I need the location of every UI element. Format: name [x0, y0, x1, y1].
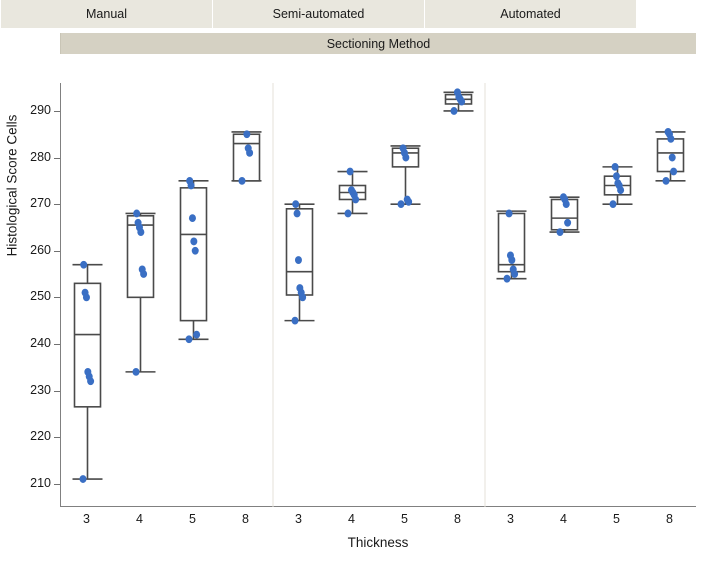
plot-area [60, 83, 696, 507]
group-label-band: Manual Semi-automated Automated [0, 0, 636, 28]
data-point [506, 251, 514, 260]
data-point [191, 246, 199, 255]
data-point [134, 218, 142, 227]
data-point [670, 167, 678, 176]
data-point [291, 316, 299, 325]
x-tick-label: 8 [666, 512, 673, 526]
y-tick-label: 210 [30, 475, 51, 490]
data-point [243, 130, 251, 139]
data-point [188, 214, 196, 223]
data-point [190, 237, 198, 246]
data-point [450, 107, 458, 115]
chart-root: Histological Score Cells vs. Sectioning … [0, 0, 717, 564]
boxplot-svg [72, 83, 686, 507]
y-tick-label: 230 [30, 382, 51, 397]
x-tick-label: 3 [507, 512, 514, 526]
data-point [185, 335, 193, 344]
data-point [403, 195, 411, 204]
data-point [662, 176, 670, 185]
box-iqr [73, 282, 102, 408]
data-point [79, 475, 87, 483]
data-point [244, 144, 252, 153]
data-point [347, 186, 355, 195]
x-tick-label: 8 [242, 512, 249, 526]
data-point [186, 176, 194, 185]
x-tick-label: 8 [454, 512, 461, 526]
data-point [80, 260, 88, 269]
data-point [81, 288, 89, 297]
data-point [614, 179, 622, 188]
data-point [505, 209, 513, 218]
box-iqr [179, 187, 208, 322]
data-point [509, 265, 517, 274]
data-point [609, 200, 617, 209]
data-point [399, 144, 407, 153]
data-point [133, 209, 141, 218]
data-point [559, 193, 567, 202]
y-tick-label: 220 [30, 429, 51, 444]
data-point [238, 176, 246, 185]
group-label-manual: Manual [0, 0, 212, 28]
data-point [138, 265, 146, 274]
x-axis-tick-labels: 3 4 5 8 3 4 5 8 3 4 5 8 [60, 512, 696, 532]
data-point [193, 330, 201, 339]
data-point [346, 167, 354, 176]
group-header-band: Sectioning Method [60, 33, 696, 54]
x-tick-label: 3 [295, 512, 302, 526]
group-label-semi-automated: Semi-automated [212, 0, 424, 28]
data-point [132, 367, 140, 376]
data-point [84, 367, 92, 376]
x-tick-label: 4 [560, 512, 567, 526]
data-point [664, 128, 672, 136]
data-point [556, 228, 564, 236]
data-point [294, 256, 302, 264]
data-point [296, 284, 304, 292]
x-tick-label: 5 [613, 512, 620, 526]
data-point [453, 88, 461, 97]
data-point [292, 200, 300, 209]
data-point [344, 209, 352, 218]
x-tick-label: 4 [136, 512, 143, 526]
box-iqr [232, 133, 261, 182]
data-point [397, 200, 405, 209]
data-point [612, 172, 620, 181]
x-tick-label: 3 [83, 512, 90, 526]
group-label-automated: Automated [424, 0, 636, 28]
y-axis-title: Histological Score Cells [4, 114, 20, 257]
data-point [293, 209, 301, 218]
data-point [564, 218, 572, 227]
box-iqr [285, 208, 314, 296]
x-tick-label: 5 [401, 512, 408, 526]
x-tick-label: 5 [189, 512, 196, 526]
x-axis-title: Thickness [347, 535, 409, 550]
data-point [611, 162, 619, 171]
data-point [503, 274, 511, 283]
x-tick-label: 4 [348, 512, 355, 526]
data-point [668, 153, 676, 162]
